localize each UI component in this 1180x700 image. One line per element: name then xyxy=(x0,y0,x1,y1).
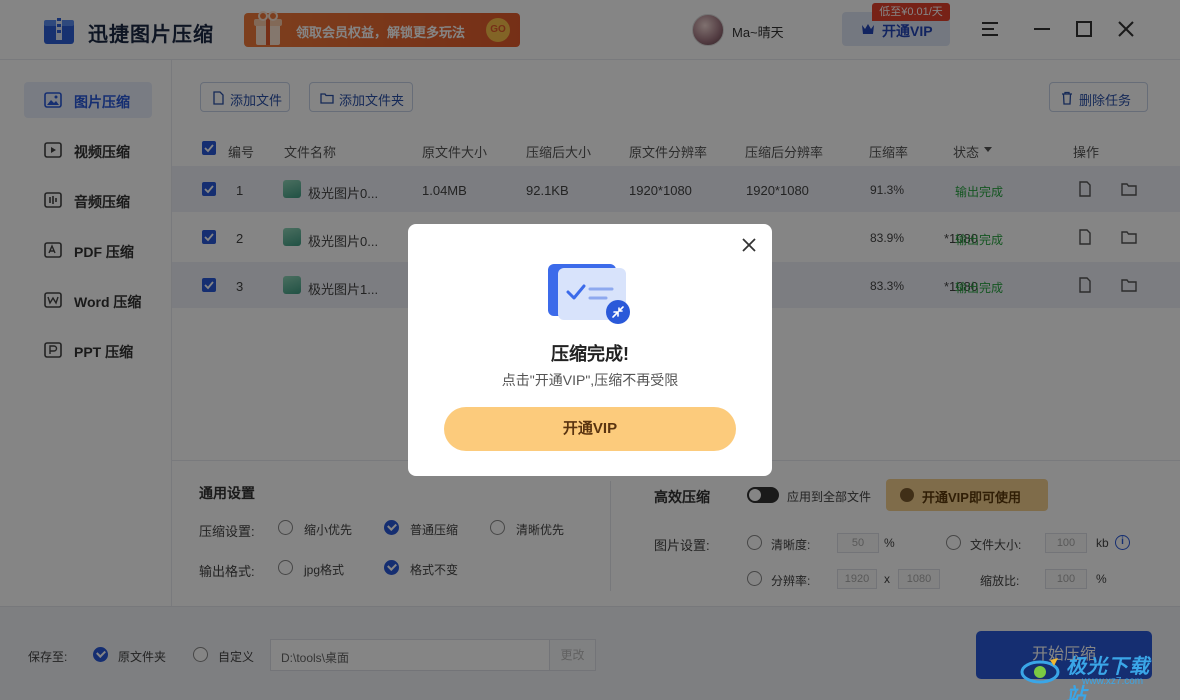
watermark-url: www.xz7.com xyxy=(1082,676,1144,687)
dialog-open-vip-button[interactable]: 开通VIP xyxy=(444,407,736,451)
close-icon[interactable] xyxy=(740,236,758,254)
compress-complete-dialog: 压缩完成! 点击"开通VIP",压缩不再受限 开通VIP xyxy=(408,224,772,476)
watermark-logo-icon xyxy=(1020,658,1060,684)
dialog-subtitle: 点击"开通VIP",压缩不再受限 xyxy=(501,372,679,388)
compress-done-illustration-icon xyxy=(548,264,630,324)
dialog-title: 压缩完成! xyxy=(551,344,629,364)
watermark: 极光下载站 www.xz7.com xyxy=(1020,646,1170,700)
watermark-text: 极光下载站 xyxy=(1066,656,1150,700)
